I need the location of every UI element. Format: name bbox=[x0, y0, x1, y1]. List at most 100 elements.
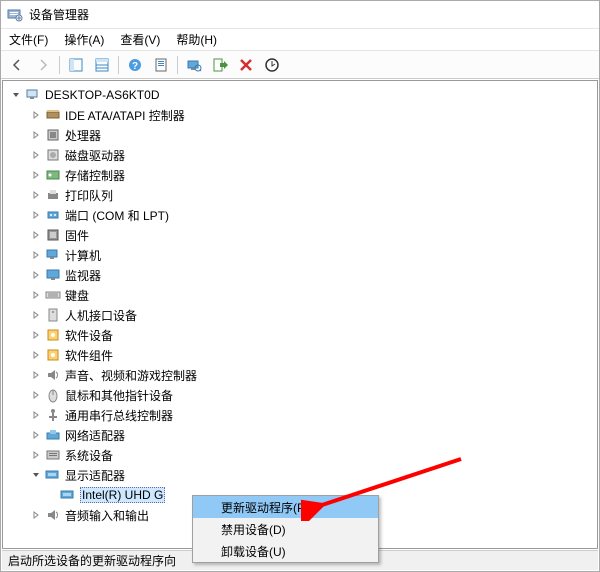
ctx-disable-device[interactable]: 禁用设备(D) bbox=[193, 518, 378, 540]
ctx-update-driver[interactable]: 更新驱动程序(P) bbox=[193, 496, 378, 518]
category-label: 软件组件 bbox=[65, 347, 113, 364]
category-label: 固件 bbox=[65, 227, 89, 244]
caret-right-icon[interactable] bbox=[29, 308, 43, 322]
category-label: 计算机 bbox=[65, 247, 101, 264]
caret-right-icon[interactable] bbox=[29, 368, 43, 382]
monitor-icon bbox=[45, 267, 61, 283]
firmware-icon bbox=[45, 227, 61, 243]
tree-category[interactable]: 通用串行总线控制器 bbox=[3, 405, 597, 425]
menu-action[interactable]: 操作(A) bbox=[62, 29, 106, 50]
tree-category[interactable]: 软件组件 bbox=[3, 345, 597, 365]
menu-file[interactable]: 文件(F) bbox=[7, 29, 50, 50]
tree-category[interactable]: 网络适配器 bbox=[3, 425, 597, 445]
device-tree[interactable]: DESKTOP-AS6KT0D IDE ATA/ATAPI 控制器处理器磁盘驱动… bbox=[2, 80, 598, 549]
tree-category[interactable]: 监视器 bbox=[3, 265, 597, 285]
title-bar: 设备管理器 bbox=[1, 1, 599, 29]
audio-icon bbox=[45, 507, 61, 523]
caret-down-icon[interactable] bbox=[9, 88, 23, 102]
tree-category[interactable]: 计算机 bbox=[3, 245, 597, 265]
menu-bar: 文件(F) 操作(A) 查看(V) 帮助(H) bbox=[1, 29, 599, 51]
caret-right-icon[interactable] bbox=[29, 108, 43, 122]
caret-right-icon[interactable] bbox=[29, 168, 43, 182]
svg-text:?: ? bbox=[132, 61, 138, 72]
tree-category[interactable]: 软件设备 bbox=[3, 325, 597, 345]
caret-right-icon[interactable] bbox=[29, 148, 43, 162]
tree-category[interactable]: 存储控制器 bbox=[3, 165, 597, 185]
caret-right-icon[interactable] bbox=[29, 188, 43, 202]
tree-category[interactable]: IDE ATA/ATAPI 控制器 bbox=[3, 105, 597, 125]
software-icon bbox=[45, 347, 61, 363]
separator bbox=[118, 56, 119, 74]
tree-category[interactable]: 人机接口设备 bbox=[3, 305, 597, 325]
category-label: 软件设备 bbox=[65, 327, 113, 344]
caret-right-icon[interactable] bbox=[29, 348, 43, 362]
forward-button[interactable] bbox=[31, 54, 55, 76]
tree-root[interactable]: DESKTOP-AS6KT0D bbox=[3, 85, 597, 105]
caret-right-icon[interactable] bbox=[29, 448, 43, 462]
caret-right-icon[interactable] bbox=[29, 428, 43, 442]
root-label: DESKTOP-AS6KT0D bbox=[45, 88, 159, 102]
menu-help[interactable]: 帮助(H) bbox=[174, 29, 219, 50]
category-label: 显示适配器 bbox=[65, 467, 125, 484]
caret-right-icon[interactable] bbox=[29, 408, 43, 422]
disable-button[interactable] bbox=[234, 54, 258, 76]
status-text: 启动所选设备的更新驱动程序向 bbox=[8, 552, 176, 569]
menu-view[interactable]: 查看(V) bbox=[118, 29, 162, 50]
tree-category[interactable]: 系统设备 bbox=[3, 445, 597, 465]
device-label: Intel(R) UHD G bbox=[80, 487, 165, 503]
keyboard-icon bbox=[45, 287, 61, 303]
help-button[interactable]: ? bbox=[123, 54, 147, 76]
tree-category[interactable]: 磁盘驱动器 bbox=[3, 145, 597, 165]
cpu-icon bbox=[45, 127, 61, 143]
mouse-icon bbox=[45, 387, 61, 403]
caret-right-icon[interactable] bbox=[29, 128, 43, 142]
caret-right-icon[interactable] bbox=[29, 288, 43, 302]
category-label: 键盘 bbox=[65, 287, 89, 304]
port-icon bbox=[45, 207, 61, 223]
category-label: 打印队列 bbox=[65, 187, 113, 204]
scan-button[interactable] bbox=[182, 54, 206, 76]
category-label: 鼠标和其他指针设备 bbox=[65, 387, 173, 404]
update-driver-button[interactable] bbox=[208, 54, 232, 76]
caret-right-icon[interactable] bbox=[29, 328, 43, 342]
caret-right-icon[interactable] bbox=[29, 508, 43, 522]
app-icon bbox=[7, 7, 23, 23]
separator bbox=[177, 56, 178, 74]
category-label: 网络适配器 bbox=[65, 427, 125, 444]
caret-right-icon[interactable] bbox=[29, 228, 43, 242]
caret-right-icon[interactable] bbox=[29, 248, 43, 262]
printer-icon bbox=[45, 187, 61, 203]
category-label: 声音、视频和游戏控制器 bbox=[65, 367, 197, 384]
category-label: 处理器 bbox=[65, 127, 101, 144]
tree-category-display[interactable]: 显示适配器 bbox=[3, 465, 597, 485]
tree-category[interactable]: 打印队列 bbox=[3, 185, 597, 205]
system-icon bbox=[45, 447, 61, 463]
uninstall-button[interactable] bbox=[260, 54, 284, 76]
tree-category[interactable]: 声音、视频和游戏控制器 bbox=[3, 365, 597, 385]
ide-icon bbox=[45, 107, 61, 123]
computer-icon bbox=[25, 87, 41, 103]
category-label: 磁盘驱动器 bbox=[65, 147, 125, 164]
network-icon bbox=[45, 427, 61, 443]
software-icon bbox=[45, 327, 61, 343]
tree-category[interactable]: 键盘 bbox=[3, 285, 597, 305]
caret-right-icon[interactable] bbox=[29, 268, 43, 282]
ctx-uninstall-device[interactable]: 卸载设备(U) bbox=[193, 540, 378, 562]
disk-icon bbox=[45, 147, 61, 163]
caret-down-icon[interactable] bbox=[29, 468, 43, 482]
properties-button[interactable] bbox=[149, 54, 173, 76]
tree-category[interactable]: 固件 bbox=[3, 225, 597, 245]
tree-category[interactable]: 端口 (COM 和 LPT) bbox=[3, 205, 597, 225]
tree-category[interactable]: 鼠标和其他指针设备 bbox=[3, 385, 597, 405]
window-title: 设备管理器 bbox=[29, 6, 89, 23]
category-label: 端口 (COM 和 LPT) bbox=[65, 207, 169, 224]
show-hide-button[interactable] bbox=[64, 54, 88, 76]
back-button[interactable] bbox=[5, 54, 29, 76]
category-label: IDE ATA/ATAPI 控制器 bbox=[65, 107, 185, 124]
caret-right-icon[interactable] bbox=[29, 208, 43, 222]
view-button[interactable] bbox=[90, 54, 114, 76]
separator bbox=[59, 56, 60, 74]
tree-category[interactable]: 处理器 bbox=[3, 125, 597, 145]
caret-right-icon[interactable] bbox=[29, 388, 43, 402]
hid-icon bbox=[45, 307, 61, 323]
